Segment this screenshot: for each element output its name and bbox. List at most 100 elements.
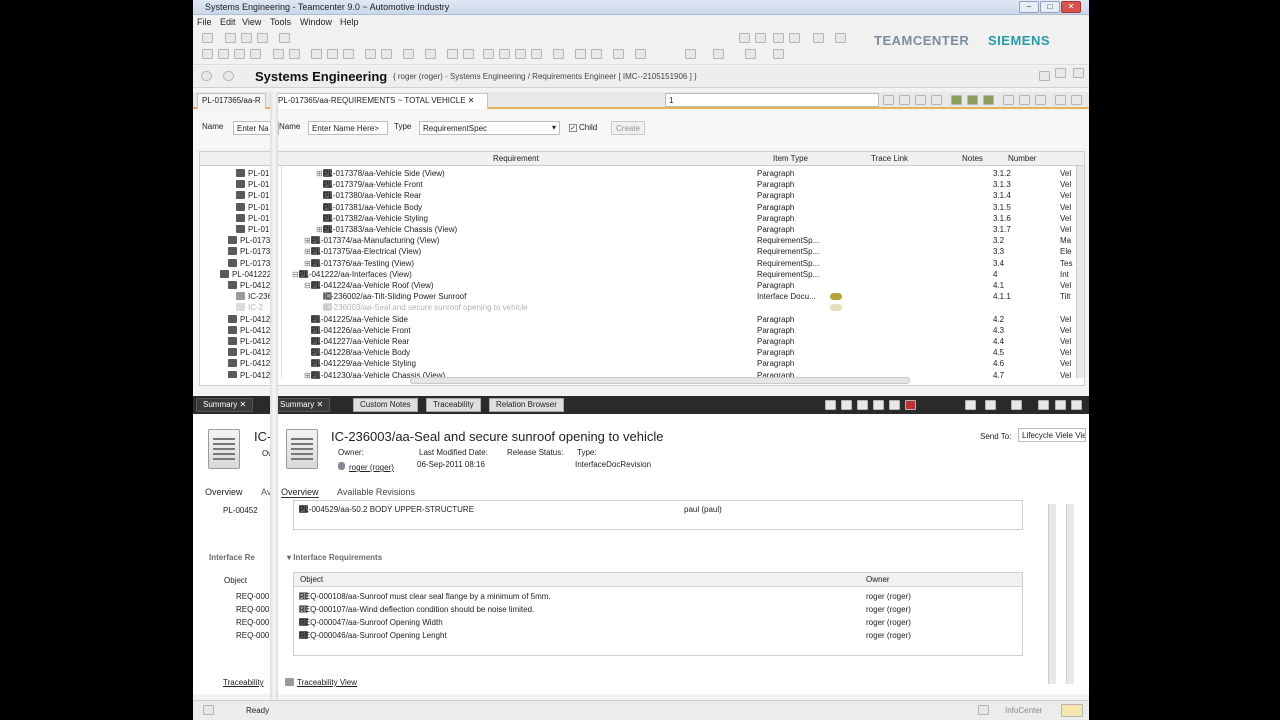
requirement-cell[interactable]: PL-041228/aa-Vehicle Body (304, 348, 410, 357)
add-icon[interactable] (365, 49, 376, 59)
requirement-cell[interactable]: ⊞ PL-017375/aa-Electrical (View) (304, 247, 421, 256)
traceability-view-link[interactable]: Traceability View (285, 678, 357, 687)
expand-icon[interactable]: ⊞ (304, 247, 311, 256)
filter-active-icon[interactable] (967, 95, 978, 105)
menu-window[interactable]: Window (300, 17, 332, 27)
tree-view-icon[interactable] (343, 49, 354, 59)
table-row[interactable]: IC-236003/aa-Seal and secure sunroof ope… (200, 303, 1080, 314)
up-icon[interactable] (857, 400, 868, 410)
tab-requirements-total-vehicle[interactable]: PL-017365/aa-REQUIREMENTS ~ TOTAL VEHICL… (273, 93, 488, 109)
menu-view[interactable]: View (242, 17, 261, 27)
infocenter-label[interactable]: InfoCenter (1005, 706, 1042, 715)
table-row[interactable]: PL-041229/aa-Vehicle Styling Paragraph 4.6… (200, 359, 1080, 370)
requirement-cell[interactable]: ⊟ PL-041224/aa-Vehicle Roof (View) (304, 281, 434, 290)
table-row[interactable]: PL-017380/aa-Vehicle Rear Paragraph 3.1.4 V… (200, 191, 1080, 202)
requirement-cell[interactable]: PL-017380/aa-Vehicle Rear (316, 191, 421, 200)
layout-bottom-icon[interactable] (985, 400, 996, 410)
parent-row-left[interactable]: PL-00452 (223, 506, 258, 515)
expand-icon[interactable]: ⊞ (304, 371, 311, 380)
paste-icon[interactable] (257, 33, 268, 43)
forward-icon[interactable] (223, 71, 234, 81)
undo-icon[interactable] (279, 33, 290, 43)
workflow-icon[interactable] (685, 49, 696, 59)
table-view-icon[interactable] (327, 49, 338, 59)
restore-icon[interactable] (1073, 68, 1084, 78)
tag-icon[interactable] (635, 49, 646, 59)
requirement-cell[interactable]: PL-041227/aa-Vehicle Rear (304, 337, 409, 346)
close-window-button[interactable]: ✕ (1061, 1, 1081, 13)
table-row[interactable]: PL-017382/aa-Vehicle Styling Paragraph 3.1… (200, 213, 1080, 225)
requirement-object[interactable]: REQ-000046/aa-Sunroof Opening Lenght (299, 631, 447, 640)
tab-available-revisions[interactable]: Available Revisions (337, 487, 415, 497)
table-row[interactable]: PL-017379/aa-Vehicle Front Paragraph 3.1.3… (200, 180, 1080, 191)
sync-icon[interactable] (825, 400, 836, 410)
checkin-icon[interactable] (591, 49, 602, 59)
delete-icon[interactable] (202, 33, 213, 43)
layout-icon[interactable] (773, 49, 784, 59)
expand-icon[interactable]: ⊞ (316, 169, 323, 178)
expand-icon[interactable] (899, 95, 910, 105)
minimize-view-icon[interactable] (1055, 95, 1066, 105)
maximize-button[interactable]: □ (1040, 1, 1060, 13)
col-item-type[interactable]: Item Type (773, 154, 808, 163)
properties-icon[interactable] (289, 49, 300, 59)
create-button[interactable]: Create (611, 121, 646, 135)
collapse-icon[interactable]: ⊟ (292, 270, 299, 279)
compare-icon[interactable] (447, 49, 458, 59)
req-short-2[interactable]: REQ-000 (236, 618, 269, 627)
send-to-select[interactable]: Lifecycle Viele View (1018, 428, 1086, 442)
trace-link-icon[interactable] (830, 304, 842, 312)
table-row[interactable]: ⊟ PL-041224/aa-Vehicle Roof (View) Paragra… (200, 281, 1080, 292)
filter-icon[interactable] (425, 49, 436, 59)
trace-link-icon[interactable] (830, 293, 842, 301)
requirement-cell[interactable]: ⊞ PL-017378/aa-Vehicle Side (View) (316, 169, 445, 178)
export-table-icon[interactable] (1035, 95, 1046, 105)
folder-icon[interactable] (813, 33, 824, 43)
menu-edit[interactable]: Edit (220, 17, 236, 27)
requirement-cell[interactable]: ⊞ PL-017383/aa-Vehicle Chassis (View) (316, 225, 457, 234)
close-icon[interactable]: ✕ (468, 96, 475, 105)
stop-icon[interactable] (905, 400, 916, 410)
move-up-icon[interactable] (483, 49, 494, 59)
tab-overview[interactable]: Overview (281, 487, 319, 498)
col-notes[interactable]: Notes (962, 154, 983, 163)
refresh-view-icon[interactable] (889, 400, 900, 410)
view-menu-bottom-icon[interactable] (965, 400, 976, 410)
requirement-cell[interactable]: ⊞ PL-017376/aa-Testing (View) (304, 258, 414, 268)
tab-summary-left[interactable]: Summary ✕ (196, 398, 254, 412)
move-down-icon[interactable] (499, 49, 510, 59)
table-row[interactable]: ⊞ PL-017383/aa-Vehicle Chassis (View) Para… (200, 225, 1080, 236)
find-icon[interactable] (613, 49, 624, 59)
maximize-panel-icon[interactable] (1055, 400, 1066, 410)
page-selector[interactable]: 1 (665, 93, 879, 107)
column-icon[interactable] (931, 95, 942, 105)
traceability-link-label[interactable]: Traceability View (297, 678, 357, 687)
tab-summary[interactable]: Summary ✕ (273, 398, 331, 412)
table-row[interactable]: ⊞ PL-017374/aa-Manufacturing (View) Requir… (200, 236, 1080, 247)
requirement-cell[interactable]: ⊞ PL-017374/aa-Manufacturing (View) (304, 236, 439, 245)
minimize-button[interactable]: – (1019, 1, 1039, 13)
owner-value[interactable]: roger (roger) (338, 462, 394, 472)
tab-requirements-short[interactable]: PL-017365/aa-R (197, 93, 266, 109)
table-row[interactable]: REQ-000046/aa-Sunroof Opening Lenght roge… (294, 631, 1022, 643)
col-owner[interactable]: Owner (866, 575, 890, 584)
view-menu-icon[interactable] (883, 95, 894, 105)
traceability-link-left[interactable]: Traceability (223, 678, 264, 687)
requirement-cell[interactable]: PL-017382/aa-Vehicle Styling (316, 213, 428, 223)
table-row[interactable]: ⊞ PL-017378/aa-Vehicle Side (View) Paragra… (200, 169, 1080, 180)
table-row[interactable]: REQ-000108/aa-Sunroof must clear seal fl… (294, 592, 1022, 604)
col-object[interactable]: Object (300, 575, 323, 584)
expand-icon[interactable]: ⊞ (316, 225, 323, 234)
down-icon[interactable] (873, 400, 884, 410)
cut-icon[interactable] (225, 33, 236, 43)
print-icon[interactable] (250, 49, 261, 59)
horizontal-scrollbar[interactable] (410, 377, 910, 384)
edit-icon[interactable] (1011, 400, 1022, 410)
summary-scrollbar-a[interactable] (1048, 504, 1056, 684)
table-row[interactable]: ⊟ PL-041222/aa-Interfaces (View) Requireme… (200, 269, 1080, 281)
copy-icon[interactable] (241, 33, 252, 43)
table-row[interactable]: PL-041228/aa-Vehicle Body Paragraph 4.5 Vel (200, 348, 1080, 359)
maximize-view-icon[interactable] (1071, 95, 1082, 105)
col-number[interactable]: Number (1008, 154, 1036, 163)
table-row[interactable]: ⊞ PL-017376/aa-Testing (View) RequirementS… (200, 258, 1080, 270)
